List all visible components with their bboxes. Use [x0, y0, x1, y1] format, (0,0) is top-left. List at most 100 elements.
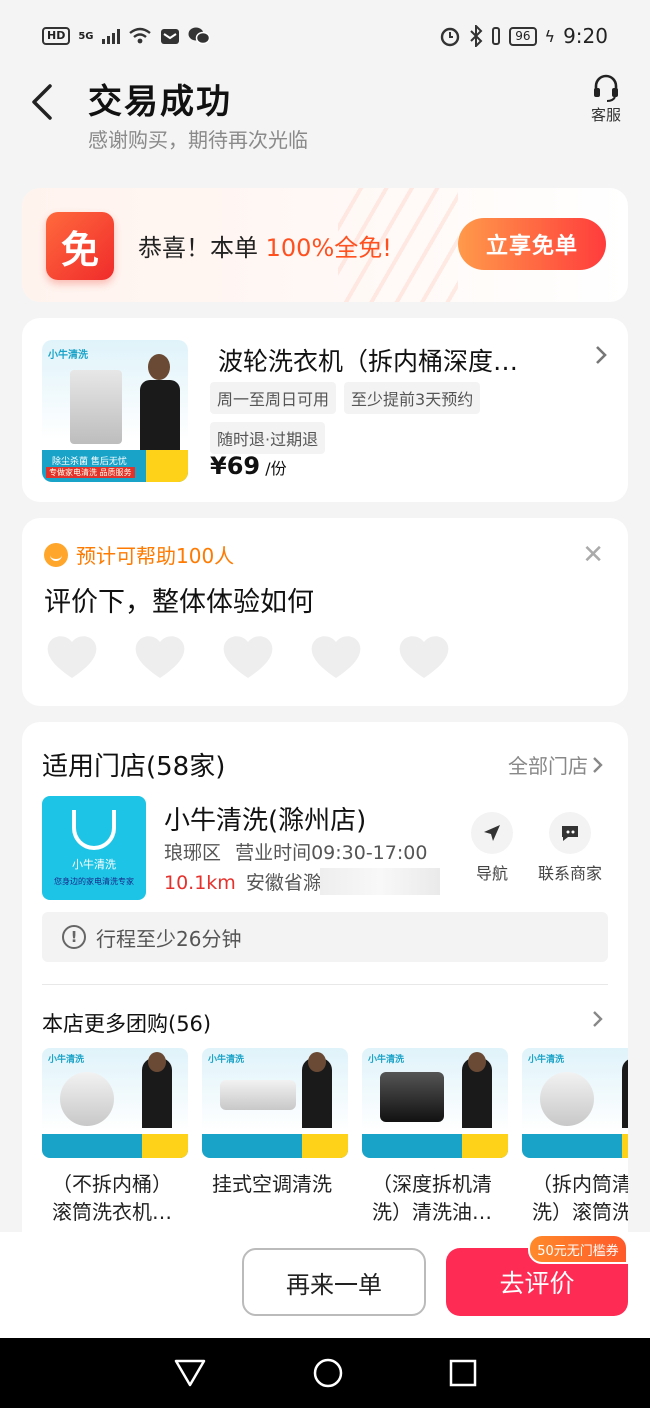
store-logo-name: 小牛清洗	[72, 858, 116, 871]
divider	[42, 984, 608, 985]
store-info: 琅琊区 营业时间09:30-17:00	[164, 838, 427, 865]
heart-rating-2[interactable]	[132, 632, 188, 680]
price-unit: /份	[265, 459, 287, 478]
store-name[interactable]: 小牛清洗(滁州店)	[164, 800, 366, 837]
store-distance: 10.1km	[164, 872, 236, 894]
service-label: 客服	[590, 106, 621, 124]
hd-icon: HD	[42, 27, 71, 45]
chevron-right-icon[interactable]	[592, 1010, 604, 1032]
deal-title-line1: （不拆内桶）	[52, 1172, 172, 1196]
customer-service-button[interactable]: 客服	[586, 74, 626, 125]
chevron-right-icon	[593, 756, 603, 773]
page-title: 交易成功	[88, 82, 232, 122]
nav-home-icon[interactable]	[312, 1357, 344, 1389]
system-nav-bar	[0, 1338, 650, 1408]
heart-rating-1[interactable]	[44, 632, 100, 680]
stores-card: 适用门店(58家) 全部门店 小牛清洗 您身边的家电清洗专家 小牛清洗(滁州店)…	[22, 722, 628, 1242]
heart-rating-3[interactable]	[220, 632, 276, 680]
deal-item[interactable]: 小牛清洗 （不拆内桶） 滚筒洗衣机…	[42, 1048, 188, 1226]
close-icon[interactable]: ✕	[582, 542, 604, 568]
wechat-icon	[188, 27, 210, 45]
deal-item[interactable]: 小牛清洗 （拆内筒清 洗）滚筒洗	[522, 1048, 628, 1226]
all-stores-label: 全部门店	[508, 754, 588, 778]
store-location: 10.1km 安徽省滁州市…	[164, 868, 454, 895]
all-stores-link[interactable]: 全部门店	[508, 750, 604, 779]
product-title[interactable]: 波轮洗衣机（拆内桶深度…	[218, 342, 558, 378]
status-left: HD 5G	[42, 26, 210, 46]
clock: 9:20	[563, 24, 608, 48]
wifi-icon	[128, 27, 151, 44]
thumb-footer: 除尘杀菌 售后无忧 专做家电清洗 品质服务	[42, 450, 188, 482]
bluetooth-icon	[470, 25, 483, 47]
deal-title-line2: 滚筒洗衣机…	[52, 1200, 172, 1224]
contact-label: 联系商家	[537, 864, 602, 883]
navigate-button[interactable]: 导航	[452, 812, 532, 884]
thumb-brand-logo: 小牛清洗	[48, 350, 88, 361]
info-icon: !	[62, 925, 86, 949]
product-card[interactable]: 小牛清洗 除尘杀菌 售后无忧 专做家电清洗 品质服务 波轮洗衣机（拆内桶深度… …	[22, 318, 628, 502]
status-bar: HD 5G 96 ϟ 9:20	[0, 0, 650, 72]
status-right: 96 ϟ 9:20	[439, 24, 608, 48]
free-order-banner[interactable]: 免 恭喜！本单 100%全免! 立享免单	[22, 188, 628, 302]
alarm-icon	[441, 27, 460, 47]
help-text: 预计可帮助100人	[76, 544, 235, 568]
washing-machine-image	[70, 370, 122, 444]
price-value: 69	[226, 452, 261, 480]
deal-item[interactable]: 小牛清洗 （深度拆机清 洗）清洗油…	[362, 1048, 508, 1226]
deal-image: 小牛清洗	[42, 1048, 188, 1158]
thumb-slogan-2: 专做家电清洗 品质服务	[46, 467, 135, 478]
battery-level: 96	[509, 26, 537, 46]
more-deals-list: 小牛清洗 （不拆内桶） 滚筒洗衣机… 小牛清洗 挂式空调清洗 小牛清洗 （深度拆机…	[42, 1048, 628, 1238]
deal-image: 小牛清洗	[362, 1048, 508, 1158]
promo-text-prefix: 恭喜！本单	[138, 234, 266, 262]
promo-text-highlight: 100%全免!	[265, 234, 392, 262]
phone-chat-icon	[562, 826, 578, 841]
technician-image	[140, 354, 180, 454]
navigate-label: 导航	[475, 864, 508, 883]
bottom-action-bar: 再来一单 去评价 50元无门槛券	[0, 1232, 650, 1338]
store-logo[interactable]: 小牛清洗 您身边的家电清洗专家	[42, 796, 146, 900]
heart-rating-5[interactable]	[396, 632, 452, 680]
promo-message: 恭喜！本单 100%全免!	[138, 228, 392, 263]
more-deals-header[interactable]: 本店更多团购(56)	[42, 1008, 211, 1038]
chevron-right-icon[interactable]	[594, 344, 608, 370]
network-type: 5G	[78, 30, 94, 42]
product-tag: 周一至周日可用	[210, 382, 337, 414]
coupon-badge: 50元无门槛券	[528, 1234, 628, 1264]
deal-title: 挂式空调清洗	[202, 1170, 348, 1226]
nav-recents-icon[interactable]	[449, 1359, 477, 1387]
smile-icon	[44, 542, 68, 567]
review-card: 预计可帮助100人 ✕ 评价下，整体体验如何	[22, 518, 628, 706]
review-help-hint: 预计可帮助100人	[44, 540, 234, 569]
deal-title: （深度拆机清 洗）清洗油…	[362, 1170, 508, 1226]
deal-title: （拆内筒清 洗）滚筒洗	[522, 1170, 628, 1226]
mail-icon	[160, 29, 179, 44]
deal-title-line2: 洗）滚筒洗	[532, 1200, 628, 1224]
redacted-address	[320, 868, 440, 895]
store-hours: 营业时间09:30-17:00	[235, 842, 428, 864]
nav-back-icon[interactable]	[173, 1358, 207, 1388]
free-badge-icon: 免	[46, 212, 114, 280]
price-symbol: ¥	[210, 452, 227, 480]
reorder-button[interactable]: 再来一单	[242, 1248, 426, 1316]
deal-item[interactable]: 小牛清洗 挂式空调清洗	[202, 1048, 348, 1226]
heart-rating-4[interactable]	[308, 632, 364, 680]
contact-merchant-button[interactable]: 联系商家	[530, 812, 610, 884]
page-subtitle: 感谢购买，期待再次光临	[88, 128, 308, 152]
deal-image: 小牛清洗	[522, 1048, 628, 1158]
back-button[interactable]	[22, 82, 62, 122]
claim-free-button[interactable]: 立享免单	[458, 218, 606, 270]
product-tag: 至少提前3天预约	[344, 382, 481, 414]
back-arrow-icon	[32, 84, 52, 120]
vibrate-icon	[492, 27, 501, 45]
thumb-slogan: 除尘杀菌 售后无忧	[52, 457, 127, 467]
product-tag: 随时退·过期退	[210, 422, 326, 454]
product-price: ¥69 /份	[210, 452, 287, 480]
page-header: 交易成功 感谢购买，期待再次光临 客服	[0, 72, 650, 172]
navigation-arrow-icon	[484, 825, 500, 841]
deal-title-line2: 洗）清洗油…	[372, 1200, 492, 1224]
product-thumbnail: 小牛清洗 除尘杀菌 售后无忧 专做家电清洗 品质服务	[42, 340, 188, 482]
product-tags: 周一至周日可用 至少提前3天预约 随时退·过期退	[210, 382, 520, 454]
deal-image: 小牛清洗	[202, 1048, 348, 1158]
trip-time-notice: ! 行程至少26分钟	[42, 912, 608, 962]
